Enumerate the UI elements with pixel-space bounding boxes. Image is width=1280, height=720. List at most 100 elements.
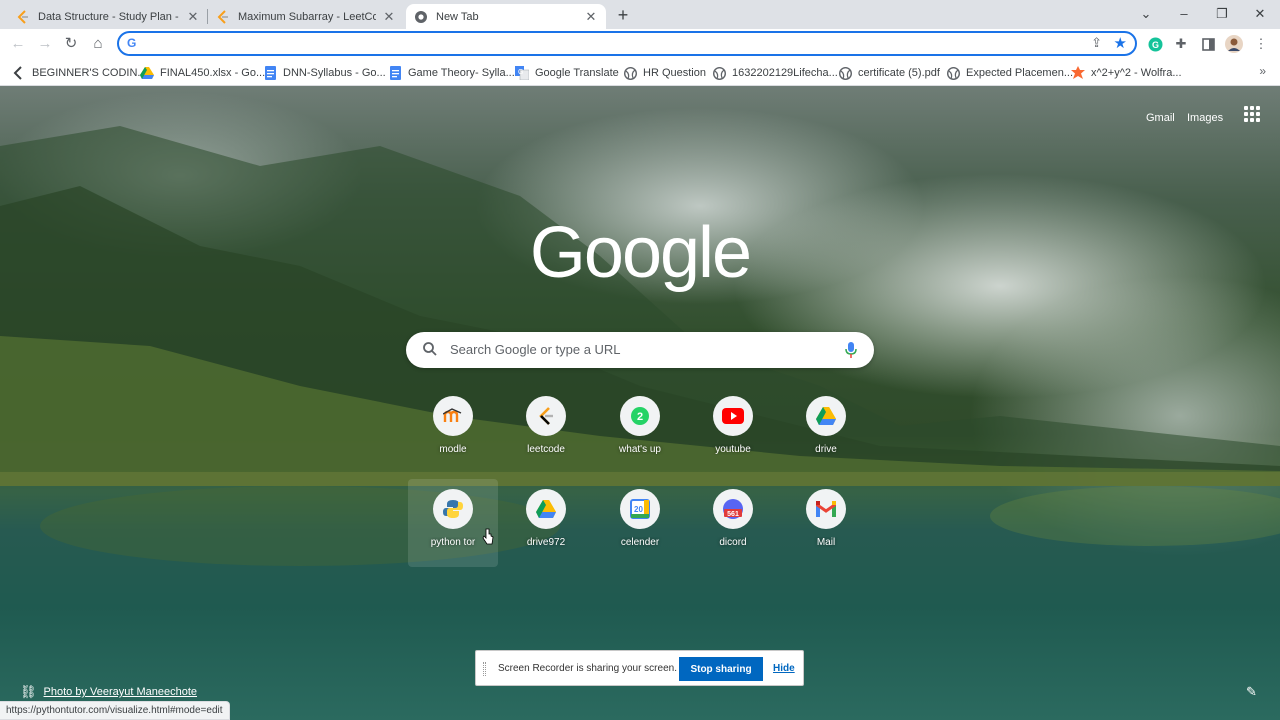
address-bar[interactable]: G ⇪ ★ [117,31,1137,56]
apps-grid-icon[interactable] [1244,106,1260,122]
drive-icon [806,396,846,436]
shortcut-modle[interactable]: modle [408,386,498,474]
reload-button[interactable]: ↻ [60,33,82,55]
tab-strip: Data Structure - Study Plan - LeetCode ✕… [0,0,1280,29]
images-link[interactable]: Images [1187,112,1223,124]
close-icon[interactable]: ✕ [186,9,200,24]
bookmark-label: Google Translate [535,67,619,79]
gmail-icon [806,489,846,529]
address-input[interactable] [145,35,1085,53]
gmail-link[interactable]: Gmail [1146,112,1175,124]
drive-icon [140,66,154,80]
tab-maximum-subarray[interactable]: Maximum Subarray - LeetCode ✕ [208,4,404,29]
whatsapp-badge: 2 [637,411,643,423]
bookmark-label: certificate (5).pdf [858,67,940,79]
bookmark-item[interactable]: x^2+y^2 - Wolfra... [1071,64,1182,82]
close-icon[interactable]: ✕ [584,9,598,24]
sidepanel-icon[interactable] [1199,35,1217,53]
google-g-icon: G [127,36,137,50]
shortcut-label: modle [439,444,467,455]
shortcut-leetcode[interactable]: leetcode [501,386,591,474]
tab-title: Maximum Subarray - LeetCode [238,10,376,23]
hand-cursor-icon [482,528,494,545]
bookmark-item[interactable]: DNN-Syllabus - Go... [263,64,386,82]
bookmark-item[interactable]: FINAL450.xlsx - Go... [140,64,265,82]
translate-icon: G [515,66,529,80]
bookmark-star-icon[interactable]: ★ [1114,34,1127,52]
chevron-right-icon[interactable]: » [1259,64,1266,78]
globe-icon [712,66,726,80]
bookmark-label: Expected Placemen... [966,67,1074,79]
google-logo: Google [529,213,752,293]
bookmark-label: 1632202129Lifecha... [732,67,838,79]
back-button[interactable]: ← [7,33,29,55]
window-close-button[interactable]: ✕ [1247,3,1273,25]
bookmark-item[interactable]: Game Theory- Sylla... [388,64,515,82]
shortcut-python-tutor[interactable]: python tor [408,479,498,567]
shortcut-label: drive [815,444,837,455]
link-icon: ⛓ [20,684,37,699]
bookmark-label: x^2+y^2 - Wolfra... [1091,67,1182,79]
svg-text:G: G [1151,40,1158,50]
shortcut-label: youtube [715,444,751,455]
tab-new-tab[interactable]: New Tab ✕ [406,4,606,29]
new-tab-button[interactable]: + [612,5,634,25]
python-icon [433,489,473,529]
globe-icon [838,66,852,80]
microphone-icon[interactable] [844,341,858,359]
shortcut-label: Mail [816,537,836,548]
bookmark-item[interactable]: G Google Translate [515,64,619,82]
stop-sharing-button[interactable]: Stop sharing [679,657,763,681]
more-icon[interactable]: ⋮ [1252,35,1270,53]
bookmark-item[interactable]: BEGINNER'S CODIN... [12,64,147,82]
youtube-icon [713,396,753,436]
hide-link[interactable]: Hide [773,663,795,674]
globe-icon [946,66,960,80]
tab-search-icon[interactable]: ⌄ [1133,3,1159,25]
bookmark-item[interactable]: certificate (5).pdf [838,64,940,82]
screen-share-bar: Screen Recorder is sharing your screen. … [475,650,804,686]
chrome-icon [414,10,428,24]
shortcut-label: what's up [619,444,661,455]
photo-credit-link[interactable]: ⛓ Photo by Veerayut Maneechote [20,684,197,700]
drag-handle[interactable] [483,662,486,676]
pencil-icon[interactable]: ✎ [1246,684,1257,700]
shortcut-calendar[interactable]: 20 celender [595,479,685,567]
bookmark-label: DNN-Syllabus - Go... [283,67,386,79]
leetcode-icon [526,396,566,436]
bookmark-item[interactable]: Expected Placemen... [946,64,1073,82]
discord-icon: 561 [713,489,753,529]
search-icon [423,342,437,356]
shortcut-mail[interactable]: Mail [781,479,871,567]
shortcut-drive[interactable]: drive [781,386,871,474]
shortcut-whatsapp[interactable]: 2 what's up [595,386,685,474]
shortcut-label: leetcode [527,444,565,455]
shortcut-label: drive972 [526,537,566,548]
shortcut-discord[interactable]: 561 dicord [688,479,778,567]
moodle-icon [433,396,473,436]
maximize-button[interactable]: ❐ [1209,3,1235,25]
ntp-search-box[interactable]: Search Google or type a URL [406,332,874,368]
share-message: Screen Recorder is sharing your screen. [498,663,677,674]
tab-data-structure[interactable]: Data Structure - Study Plan - LeetCode ✕ [8,4,208,29]
shortcut-youtube[interactable]: youtube [688,386,778,474]
share-icon[interactable]: ⇪ [1091,35,1102,51]
shortcut-drive972[interactable]: drive972 [501,479,591,567]
home-button[interactable]: ⌂ [87,33,109,55]
grammarly-icon[interactable]: G [1146,35,1164,53]
search-placeholder: Search Google or type a URL [450,342,621,357]
shortcut-label: dicord [719,537,747,548]
bookmark-item[interactable]: 1632202129Lifecha... [712,64,838,82]
puzzle-icon[interactable]: ✚ [1172,35,1190,53]
minimize-button[interactable]: – [1171,3,1197,25]
leetcode-icon [216,9,230,24]
profile-avatar[interactable] [1225,35,1243,53]
forward-button[interactable]: → [34,33,56,55]
bookmark-item[interactable]: HR Question [623,64,706,82]
docs-icon [388,66,402,80]
calendar-icon: 20 [620,489,660,529]
bookmark-label: FINAL450.xlsx - Go... [160,67,266,79]
docs-icon [263,66,277,80]
bookmarks-bar: BEGINNER'S CODIN... FINAL450.xlsx - Go..… [0,60,1280,86]
close-icon[interactable]: ✕ [382,9,396,24]
